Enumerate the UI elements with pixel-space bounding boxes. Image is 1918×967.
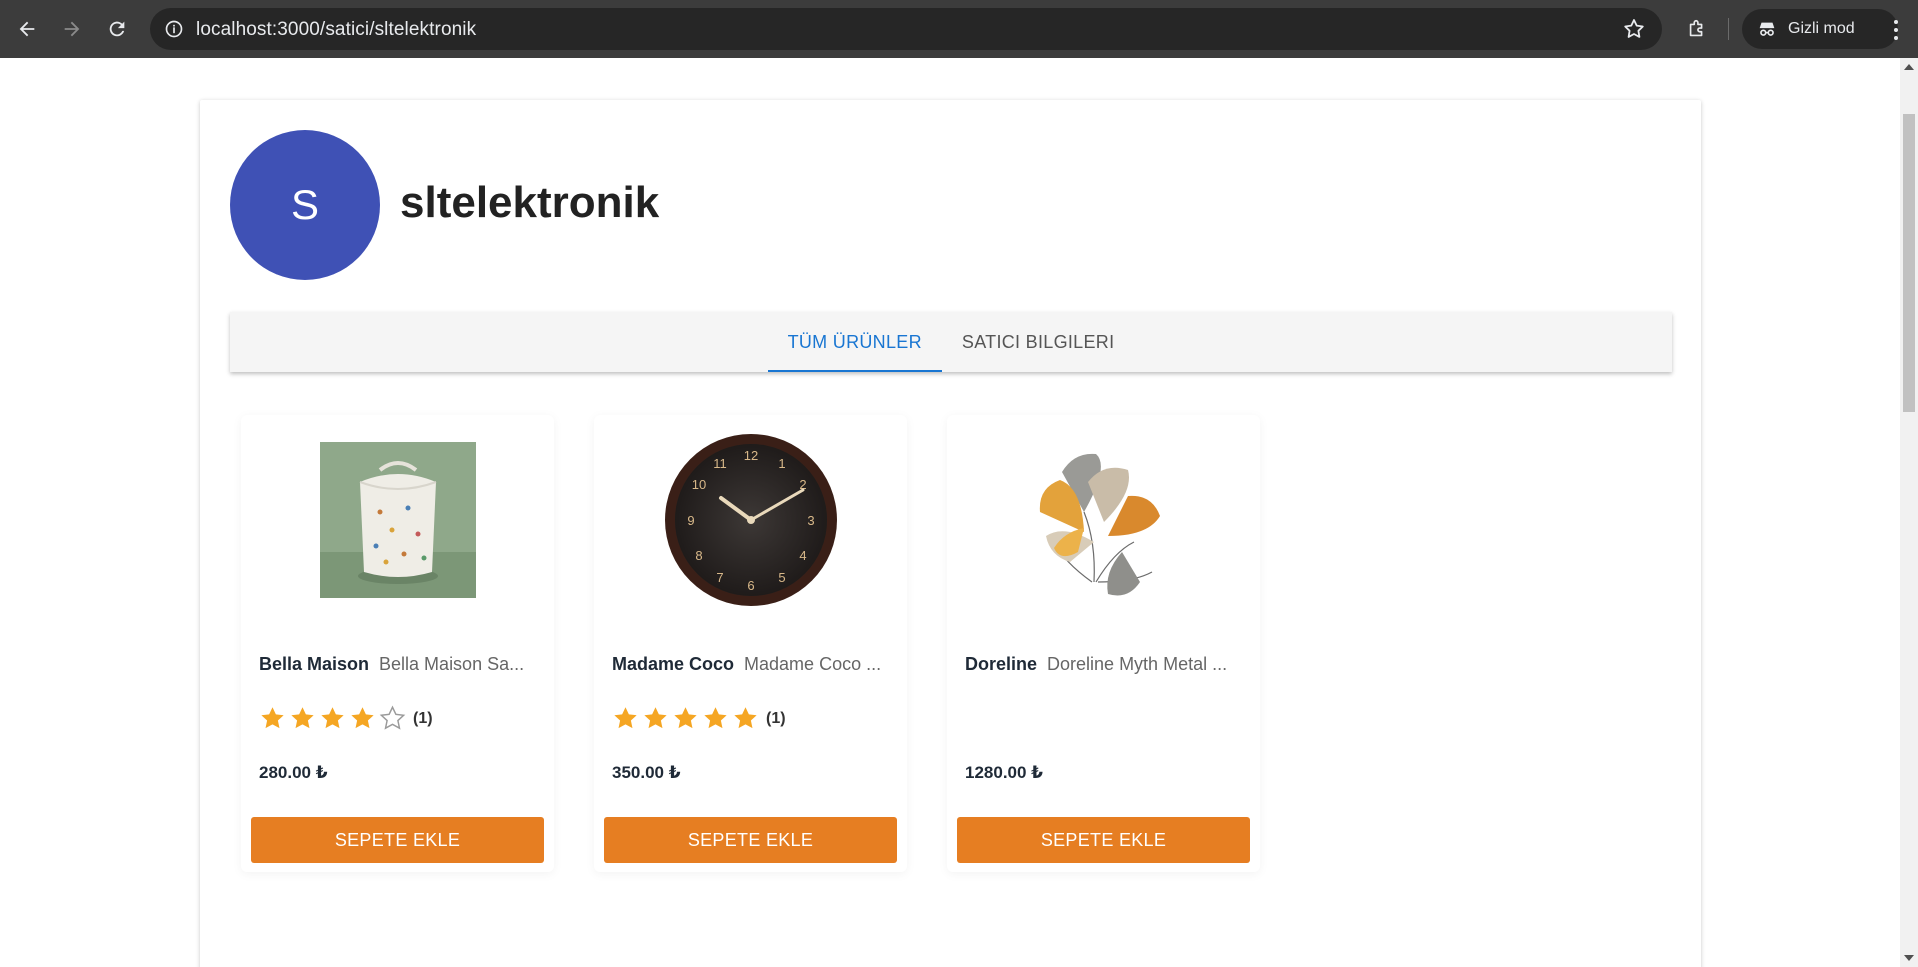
star-filled-icon bbox=[321, 707, 344, 729]
bookmark-star-icon[interactable] bbox=[1622, 17, 1646, 41]
product-name: Bella Maison Sa... bbox=[379, 654, 525, 674]
rating-count: (1) bbox=[413, 709, 433, 727]
product-brand: Doreline bbox=[965, 654, 1038, 674]
product-card[interactable]: Bella Maison Bella Maison Sa... (1) 280.0… bbox=[241, 415, 554, 872]
page-scrollbar[interactable] bbox=[1900, 58, 1918, 967]
svg-text:6: 6 bbox=[747, 578, 754, 593]
scrollbar-thumb[interactable] bbox=[1903, 114, 1915, 412]
incognito-indicator[interactable]: Gizli mod bbox=[1742, 9, 1898, 49]
reload-icon bbox=[109, 21, 125, 37]
incognito-icon bbox=[1759, 22, 1775, 36]
svg-text:11: 11 bbox=[713, 456, 727, 471]
reload-button[interactable] bbox=[100, 12, 134, 46]
svg-text:5: 5 bbox=[778, 570, 785, 585]
star-filled-icon bbox=[704, 707, 727, 729]
product-price: 1280.00 ₺ bbox=[965, 763, 1044, 782]
product-title[interactable]: Madame Coco Madame Coco ... bbox=[612, 654, 892, 675]
svg-text:1: 1 bbox=[778, 456, 785, 471]
star-filled-icon bbox=[644, 707, 667, 729]
metal-wall-art-image[interactable] bbox=[947, 415, 1260, 625]
scroll-up-arrow-icon[interactable] bbox=[1904, 64, 1914, 70]
svg-text:10: 10 bbox=[691, 477, 705, 492]
product-brand: Madame Coco bbox=[612, 654, 735, 674]
product-card[interactable]: 12 1 2 345 678 9 10 11 Madame Coco Madame Coc… bbox=[594, 415, 907, 872]
svg-text:4: 4 bbox=[799, 548, 806, 563]
toolbar-divider bbox=[1728, 18, 1729, 40]
add-to-cart-button[interactable]: SEPETE EKLE bbox=[251, 817, 544, 863]
store-avatar: S bbox=[230, 130, 380, 280]
laundry-basket-image[interactable] bbox=[241, 415, 554, 625]
wall-clock-image[interactable]: 12 1 2 345 678 9 10 11 bbox=[594, 415, 907, 625]
store-tabs: TÜM ÜRÜNLER SATICI BILGILERI bbox=[230, 312, 1672, 372]
site-info-icon[interactable] bbox=[162, 17, 186, 41]
tab-seller-info[interactable]: SATICI BILGILERI bbox=[942, 312, 1135, 372]
star-filled-icon bbox=[734, 707, 757, 729]
svg-text:8: 8 bbox=[695, 548, 702, 563]
svg-text:9: 9 bbox=[687, 513, 694, 528]
arrow-left-icon bbox=[19, 21, 35, 37]
star-empty-icon bbox=[379, 705, 406, 730]
add-to-cart-button[interactable]: SEPETE EKLE bbox=[604, 817, 897, 863]
star-filled-icon bbox=[351, 707, 374, 729]
product-rating: (1) bbox=[612, 705, 786, 732]
star-filled-icon bbox=[614, 707, 637, 729]
svg-text:7: 7 bbox=[716, 570, 723, 585]
arrow-right-icon bbox=[64, 21, 80, 37]
product-title[interactable]: Doreline Doreline Myth Metal ... bbox=[965, 654, 1245, 675]
svg-text:12: 12 bbox=[743, 448, 757, 463]
extensions-button[interactable] bbox=[1680, 12, 1714, 46]
product-brand: Bella Maison bbox=[259, 654, 370, 674]
page-content: S sltelektronik TÜM ÜRÜNLER SATICI BILGI… bbox=[0, 58, 1900, 967]
browser-menu-icon[interactable] bbox=[1886, 16, 1906, 44]
rating-count: (1) bbox=[766, 709, 786, 727]
back-button[interactable] bbox=[10, 12, 44, 46]
svg-text:3: 3 bbox=[807, 513, 814, 528]
star-filled-icon bbox=[674, 707, 697, 729]
add-to-cart-button[interactable]: SEPETE EKLE bbox=[957, 817, 1250, 863]
product-price: 350.00 ₺ bbox=[612, 763, 681, 782]
puzzle-icon bbox=[1689, 19, 1703, 37]
scroll-down-arrow-icon[interactable] bbox=[1904, 955, 1914, 961]
product-title[interactable]: Bella Maison Bella Maison Sa... bbox=[259, 654, 539, 675]
incognito-label: Gizli mod bbox=[1788, 20, 1855, 37]
tab-all-products[interactable]: TÜM ÜRÜNLER bbox=[767, 312, 943, 372]
star-filled-icon bbox=[291, 707, 314, 729]
store-name: sltelektronik bbox=[400, 178, 660, 227]
star-filled-icon bbox=[261, 707, 284, 729]
product-name: Madame Coco ... bbox=[744, 654, 882, 674]
product-rating: (1) bbox=[259, 705, 433, 732]
forward-button[interactable] bbox=[55, 12, 89, 46]
product-name: Doreline Myth Metal ... bbox=[1047, 654, 1228, 674]
address-bar[interactable]: localhost:3000/satici/sltelektronik bbox=[150, 8, 1662, 50]
product-card[interactable]: Doreline Doreline Myth Metal ... 1280.00 … bbox=[947, 415, 1260, 872]
url-text[interactable]: localhost:3000/satici/sltelektronik bbox=[196, 19, 476, 41]
product-grid: Bella Maison Bella Maison Sa... (1) 280.0… bbox=[241, 415, 1260, 872]
browser-toolbar: localhost:3000/satici/sltelektronik Gizl… bbox=[0, 0, 1918, 58]
product-price: 280.00 ₺ bbox=[259, 763, 328, 782]
